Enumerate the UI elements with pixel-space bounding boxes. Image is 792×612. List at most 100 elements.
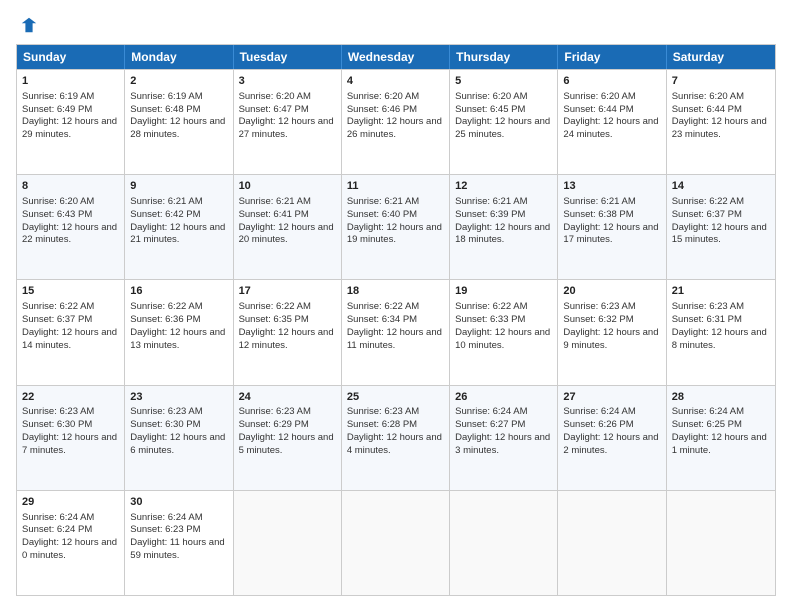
sunset-text: Sunset: 6:35 PM [239,314,309,325]
daylight-text: Daylight: 12 hours and 27 minutes. [239,116,334,140]
calendar-day-24: 24Sunrise: 6:23 AMSunset: 6:29 PMDayligh… [234,386,342,490]
day-number: 15 [22,284,119,299]
sunrise-text: Sunrise: 6:23 AM [347,406,419,417]
sunset-text: Sunset: 6:37 PM [672,209,742,220]
daylight-text: Daylight: 12 hours and 23 minutes. [672,116,767,140]
calendar-day-25: 25Sunrise: 6:23 AMSunset: 6:28 PMDayligh… [342,386,450,490]
calendar-day-28: 28Sunrise: 6:24 AMSunset: 6:25 PMDayligh… [667,386,775,490]
calendar-day-7: 7Sunrise: 6:20 AMSunset: 6:44 PMDaylight… [667,70,775,174]
sunrise-text: Sunrise: 6:22 AM [22,301,94,312]
header-day-tuesday: Tuesday [234,45,342,69]
calendar-day-18: 18Sunrise: 6:22 AMSunset: 6:34 PMDayligh… [342,280,450,384]
sunset-text: Sunset: 6:48 PM [130,104,200,115]
calendar-day-19: 19Sunrise: 6:22 AMSunset: 6:33 PMDayligh… [450,280,558,384]
calendar-empty-cell [667,491,775,595]
calendar-empty-cell [558,491,666,595]
header-day-sunday: Sunday [17,45,125,69]
calendar-day-22: 22Sunrise: 6:23 AMSunset: 6:30 PMDayligh… [17,386,125,490]
sunrise-text: Sunrise: 6:20 AM [239,91,311,102]
header-day-saturday: Saturday [667,45,775,69]
day-number: 16 [130,284,227,299]
calendar-day-4: 4Sunrise: 6:20 AMSunset: 6:46 PMDaylight… [342,70,450,174]
calendar-day-11: 11 Sunrise: 6:21 AM Sunset: 6:40 PM Dayligh… [342,175,450,279]
sunset-text: Sunset: 6:44 PM [672,104,742,115]
calendar-day-29: 29Sunrise: 6:24 AMSunset: 6:24 PMDayligh… [17,491,125,595]
day-number: 19 [455,284,552,299]
sunset-text: Sunset: 6:40 PM [347,209,417,220]
day-number: 8 [22,179,119,194]
day-number: 2 [130,74,227,89]
sunrise-text: Sunrise: 6:21 AM [130,196,202,207]
day-number: 13 [563,179,660,194]
day-number: 3 [239,74,336,89]
daylight-text: Daylight: 12 hours and 26 minutes. [347,116,442,140]
sunrise-text: Sunrise: 6:24 AM [672,406,744,417]
day-number: 6 [563,74,660,89]
day-number: 18 [347,284,444,299]
day-number: 23 [130,390,227,405]
sunrise-text: Sunrise: 6:20 AM [455,91,527,102]
sunrise-text: Sunrise: 6:21 AM [239,196,311,207]
sunrise-text: Sunrise: 6:24 AM [130,512,202,523]
calendar-day-12: 12Sunrise: 6:21 AMSunset: 6:39 PMDayligh… [450,175,558,279]
sunset-text: Sunset: 6:41 PM [239,209,309,220]
calendar-day-14: 14Sunrise: 6:22 AMSunset: 6:37 PMDayligh… [667,175,775,279]
sunrise-text: Sunrise: 6:22 AM [347,301,419,312]
sunrise-text: Sunrise: 6:24 AM [22,512,94,523]
day-number: 24 [239,390,336,405]
calendar-day-8: 8Sunrise: 6:20 AMSunset: 6:43 PMDaylight… [17,175,125,279]
daylight-text: Daylight: 12 hours and 19 minutes. [347,222,442,246]
header-day-monday: Monday [125,45,233,69]
day-number: 26 [455,390,552,405]
daylight-text: Daylight: 12 hours and 24 minutes. [563,116,658,140]
sunset-text: Sunset: 6:27 PM [455,419,525,430]
calendar-empty-cell [450,491,558,595]
sunset-text: Sunset: 6:42 PM [130,209,200,220]
sunrise-text: Sunrise: 6:23 AM [563,301,635,312]
day-number: 22 [22,390,119,405]
sunset-text: Sunset: 6:33 PM [455,314,525,325]
calendar-body: 1Sunrise: 6:19 AMSunset: 6:49 PMDaylight… [17,69,775,595]
calendar-week-5: 29Sunrise: 6:24 AMSunset: 6:24 PMDayligh… [17,490,775,595]
sunrise-text: Sunrise: 6:21 AM [347,196,419,207]
daylight-text: Daylight: 12 hours and 22 minutes. [22,222,117,246]
day-number: 7 [672,74,770,89]
day-number: 25 [347,390,444,405]
page-header [16,16,776,34]
sunset-text: Sunset: 6:43 PM [22,209,92,220]
calendar-day-6: 6Sunrise: 6:20 AMSunset: 6:44 PMDaylight… [558,70,666,174]
calendar-day-27: 27Sunrise: 6:24 AMSunset: 6:26 PMDayligh… [558,386,666,490]
calendar-day-16: 16Sunrise: 6:22 AMSunset: 6:36 PMDayligh… [125,280,233,384]
calendar-day-5: 5Sunrise: 6:20 AMSunset: 6:45 PMDaylight… [450,70,558,174]
daylight-text: Daylight: 12 hours and 15 minutes. [672,222,767,246]
calendar-grid: SundayMondayTuesdayWednesdayThursdayFrid… [16,44,776,596]
calendar-day-10: 10Sunrise: 6:21 AMSunset: 6:41 PMDayligh… [234,175,342,279]
sunset-text: Sunset: 6:25 PM [672,419,742,430]
calendar-week-3: 15Sunrise: 6:22 AMSunset: 6:37 PMDayligh… [17,279,775,384]
day-number: 14 [672,179,770,194]
sunset-text: Sunset: 6:49 PM [22,104,92,115]
day-number: 11 [347,179,444,194]
daylight-text: Daylight: 12 hours and 9 minutes. [563,327,658,351]
logo-flag-icon [20,16,38,34]
sunrise-text: Sunrise: 6:24 AM [455,406,527,417]
day-number: 27 [563,390,660,405]
calendar-day-23: 23Sunrise: 6:23 AMSunset: 6:30 PMDayligh… [125,386,233,490]
sunset-text: Sunset: 6:47 PM [239,104,309,115]
daylight-text: Daylight: 12 hours and 2 minutes. [563,432,658,456]
day-number: 29 [22,495,119,510]
sunrise-text: Sunrise: 6:21 AM [455,196,527,207]
daylight-text: Daylight: 12 hours and 13 minutes. [130,327,225,351]
sunrise-text: Sunrise: 6:23 AM [672,301,744,312]
calendar-day-3: 3 Sunrise: 6:20 AM Sunset: 6:47 PMDaylight… [234,70,342,174]
day-number: 12 [455,179,552,194]
calendar-day-20: 20Sunrise: 6:23 AMSunset: 6:32 PMDayligh… [558,280,666,384]
calendar-day-9: 9Sunrise: 6:21 AMSunset: 6:42 PMDaylight… [125,175,233,279]
calendar-day-1: 1Sunrise: 6:19 AMSunset: 6:49 PMDaylight… [17,70,125,174]
sunset-text: Sunset: 6:39 PM [455,209,525,220]
sunrise-text: Sunrise: 6:22 AM [239,301,311,312]
daylight-text: Daylight: 12 hours and 14 minutes. [22,327,117,351]
calendar-day-15: 15Sunrise: 6:22 AMSunset: 6:37 PMDayligh… [17,280,125,384]
sunrise-text: Sunrise: 6:19 AM [22,91,94,102]
daylight-text: Daylight: 12 hours and 21 minutes. [130,222,225,246]
